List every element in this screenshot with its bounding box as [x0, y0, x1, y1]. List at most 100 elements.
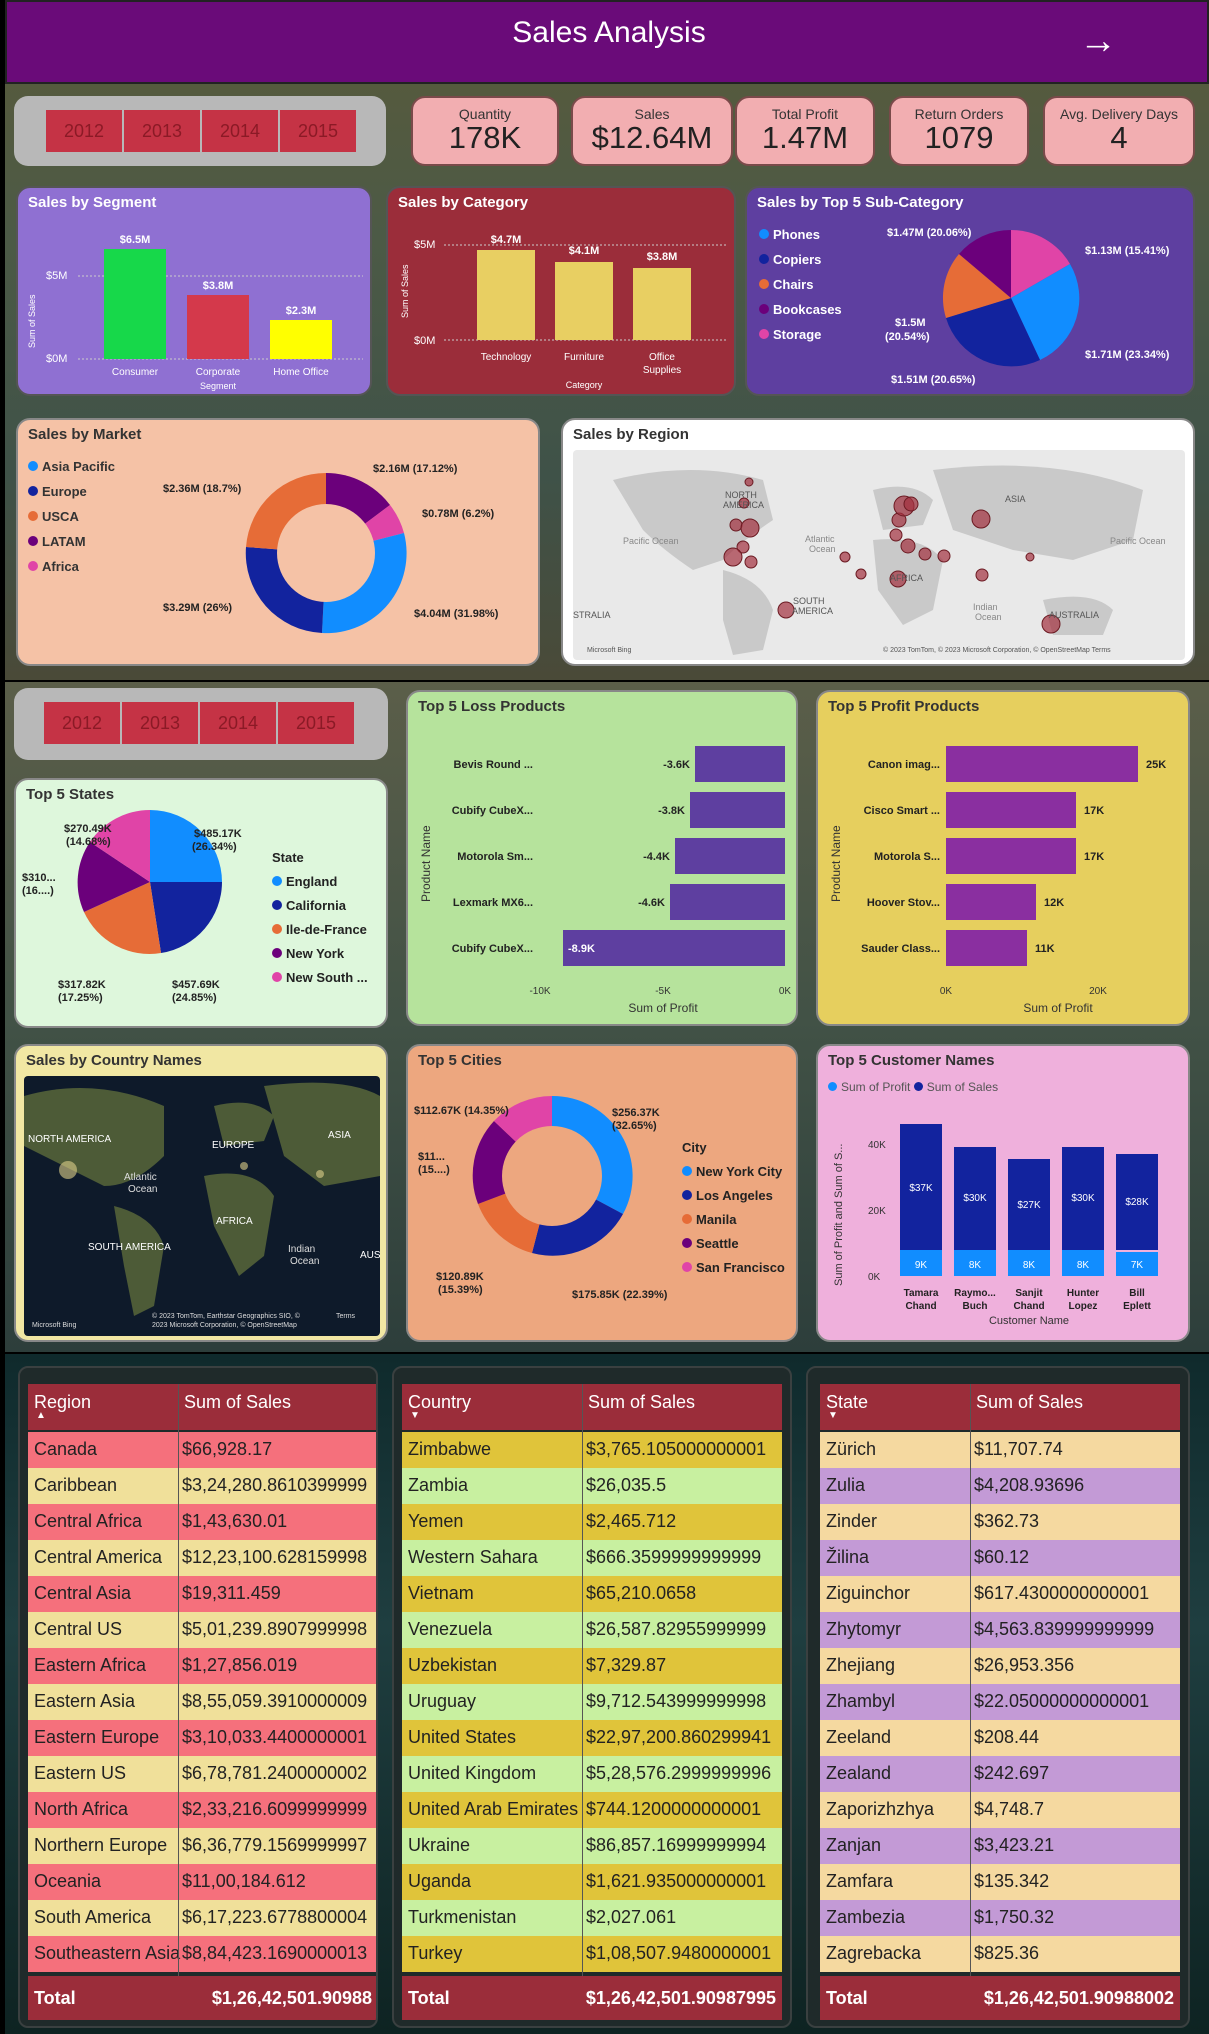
cell-value: $2,027.061	[586, 1907, 677, 1927]
table-row[interactable]: Zinder $362.73	[820, 1504, 1180, 1540]
table-row[interactable]: Central America $12,23,100.628159998	[28, 1540, 376, 1576]
table-row[interactable]: Eastern Africa $1,27,856.019	[28, 1648, 376, 1684]
bar-home-office[interactable]	[270, 320, 332, 359]
table-row[interactable]: South America $6,17,223.6778800004	[28, 1900, 376, 1936]
table-row[interactable]: Turkey $1,08,507.9480000001	[402, 1936, 782, 1972]
donut-slices[interactable]	[472, 1095, 633, 1256]
map-terms[interactable]: Terms	[336, 1313, 356, 1320]
table-row[interactable]: Zimbabwe $3,765.105000000001	[402, 1432, 782, 1468]
legend-item-los-angeles[interactable]: Los Angeles	[682, 1184, 785, 1208]
chart-title: Sales by Region	[573, 426, 689, 443]
profit-bars[interactable]	[946, 746, 1138, 966]
col-header-sum-of-sales[interactable]: Sum of Sales	[184, 1392, 291, 1413]
table-row[interactable]: Ukraine $86,857.16999999994	[402, 1828, 782, 1864]
tick-5m: $5M	[414, 239, 435, 251]
year-button-2015[interactable]: 2015	[280, 110, 356, 152]
year-button-2012[interactable]: 2012	[44, 702, 120, 744]
bar-consumer[interactable]	[104, 249, 166, 359]
table-row[interactable]: Zhytomyr $4,563.839999999999	[820, 1612, 1180, 1648]
table-row[interactable]: Zeeland $208.44	[820, 1720, 1180, 1756]
bar-value: -4.4K	[643, 851, 670, 863]
table-row[interactable]: North Africa $2,33,216.6099999999	[28, 1792, 376, 1828]
bar-office-supplies[interactable]	[633, 268, 691, 340]
table-row[interactable]: Canada $66,928.17	[28, 1432, 376, 1468]
legend-item-ile-de-france[interactable]: Ile-de-France	[272, 918, 368, 942]
table-row[interactable]: Central Africa $1,43,630.01	[28, 1504, 376, 1540]
legend-item-california[interactable]: California	[272, 894, 368, 918]
bar-furniture[interactable]	[555, 262, 613, 340]
bar-technology[interactable]	[477, 250, 535, 340]
donut-slices[interactable]	[245, 472, 407, 634]
table-row[interactable]: Yemen $2,465.712	[402, 1504, 782, 1540]
year-button-2012[interactable]: 2012	[46, 110, 122, 152]
table-row[interactable]: United States $22,97,200.860299941	[402, 1720, 782, 1756]
year-button-2013[interactable]: 2013	[124, 110, 200, 152]
table-row[interactable]: Turkmenistan $2,027.061	[402, 1900, 782, 1936]
table-row[interactable]: Southeastern Asia $8,84,423.1690000013	[28, 1936, 376, 1972]
legend-item-new-south[interactable]: New South ...	[272, 966, 368, 990]
cell-name: Vietnam	[408, 1583, 474, 1603]
cell-name: Zeeland	[826, 1727, 892, 1747]
table-row[interactable]: United Arab Emirates $744.1200000000001	[402, 1792, 782, 1828]
table-row[interactable]: Oceania $11,00,184.612	[28, 1864, 376, 1900]
table-row[interactable]: Žilina $60.12	[820, 1540, 1180, 1576]
table-row[interactable]: Uganda $1,621.935000000001	[402, 1864, 782, 1900]
table-row[interactable]: Caribbean $3,24,280.8610399999	[28, 1468, 376, 1504]
table-row[interactable]: Zambezia $1,750.32	[820, 1900, 1180, 1936]
table-row[interactable]: Uruguay $9,712.543999999998	[402, 1684, 782, 1720]
legend-item-manila[interactable]: Manila	[682, 1208, 785, 1232]
table-row[interactable]: Eastern US $6,78,781.2400000002	[28, 1756, 376, 1792]
bar-corporate[interactable]	[187, 295, 249, 359]
pie-slices[interactable]	[942, 229, 1080, 367]
cell-name: Zagrebacka	[826, 1943, 922, 1963]
legend-item-seattle[interactable]: Seattle	[682, 1232, 785, 1256]
year-button-2013[interactable]: 2013	[122, 702, 198, 744]
x-tick: 20K	[1089, 986, 1107, 997]
cell-value: $617.4300000000001	[974, 1583, 1150, 1603]
region-map[interactable]: NORTH AMERICA ASIA Pacific Ocean Atlanti…	[573, 450, 1185, 660]
table-row[interactable]: Eastern Asia $8,55,059.3910000009	[28, 1684, 376, 1720]
cell-value: $7,329.87	[586, 1655, 667, 1675]
table-row[interactable]: Ziguinchor $617.4300000000001	[820, 1576, 1180, 1612]
table-row[interactable]: Vietnam $65,210.0658	[402, 1576, 782, 1612]
country-map[interactable]: NORTH AMERICA EUROPE ASIA Atlantic Ocean…	[24, 1076, 380, 1336]
col-header-sum-of-sales[interactable]: Sum of Sales	[976, 1392, 1083, 1413]
table-row[interactable]: Western Sahara $666.3599999999999	[402, 1540, 782, 1576]
row-label: Canon imag...	[868, 759, 940, 771]
table-row[interactable]: Zagrebacka $825.36	[820, 1936, 1180, 1972]
table-row[interactable]: Uzbekistan $7,329.87	[402, 1648, 782, 1684]
legend-item-san-francisco[interactable]: San Francisco	[682, 1256, 785, 1280]
arrow-right-icon[interactable]: →	[1079, 22, 1117, 60]
map-label: Indian	[288, 1244, 315, 1255]
cell-name: Zhytomyr	[826, 1619, 902, 1639]
table-row[interactable]: United Kingdom $5,28,576.2999999996	[402, 1756, 782, 1792]
slice-label: (20.54%)	[885, 331, 930, 343]
table-row[interactable]: Zürich $11,707.74	[820, 1432, 1180, 1468]
cell-name: Northern Europe	[34, 1835, 168, 1855]
col-header-sum-of-sales[interactable]: Sum of Sales	[588, 1392, 695, 1413]
row-label: Sauder Class...	[861, 943, 940, 955]
year-button-2014[interactable]: 2014	[202, 110, 278, 152]
table-row[interactable]: Central Asia $19,311.459	[28, 1576, 376, 1612]
table-row[interactable]: Northern Europe $6,36,779.1569999997	[28, 1828, 376, 1864]
table-row[interactable]: Central US $5,01,239.8907999998	[28, 1612, 376, 1648]
table-row[interactable]: Eastern Europe $3,10,033.4400000001	[28, 1720, 376, 1756]
table-row[interactable]: Zealand $242.697	[820, 1756, 1180, 1792]
year-button-2015[interactable]: 2015	[278, 702, 354, 744]
legend-item-england[interactable]: England	[272, 870, 368, 894]
table-row[interactable]: Zaporizhzhya $4,748.7	[820, 1792, 1180, 1828]
table-row[interactable]: Zamfara $135.342	[820, 1864, 1180, 1900]
year-button-2014[interactable]: 2014	[200, 702, 276, 744]
table-row[interactable]: Zhejiang $26,953.356	[820, 1648, 1180, 1684]
map-label: Ocean	[290, 1256, 319, 1267]
sales-bars[interactable]	[900, 1124, 1158, 1250]
legend-item-new-york-city[interactable]: New York City	[682, 1160, 785, 1184]
table-row[interactable]: Venezuela $26,587.82955999999	[402, 1612, 782, 1648]
x-tick: -10K	[529, 986, 550, 997]
table-row[interactable]: Zhambyl $22.05000000000001	[820, 1684, 1180, 1720]
table-row[interactable]: Zanjan $3,423.21	[820, 1828, 1180, 1864]
table-row[interactable]: Zambia $26,035.5	[402, 1468, 782, 1504]
legend-item-new-york[interactable]: New York	[272, 942, 368, 966]
loss-bars[interactable]	[563, 746, 785, 966]
table-row[interactable]: Zulia $4,208.93696	[820, 1468, 1180, 1504]
